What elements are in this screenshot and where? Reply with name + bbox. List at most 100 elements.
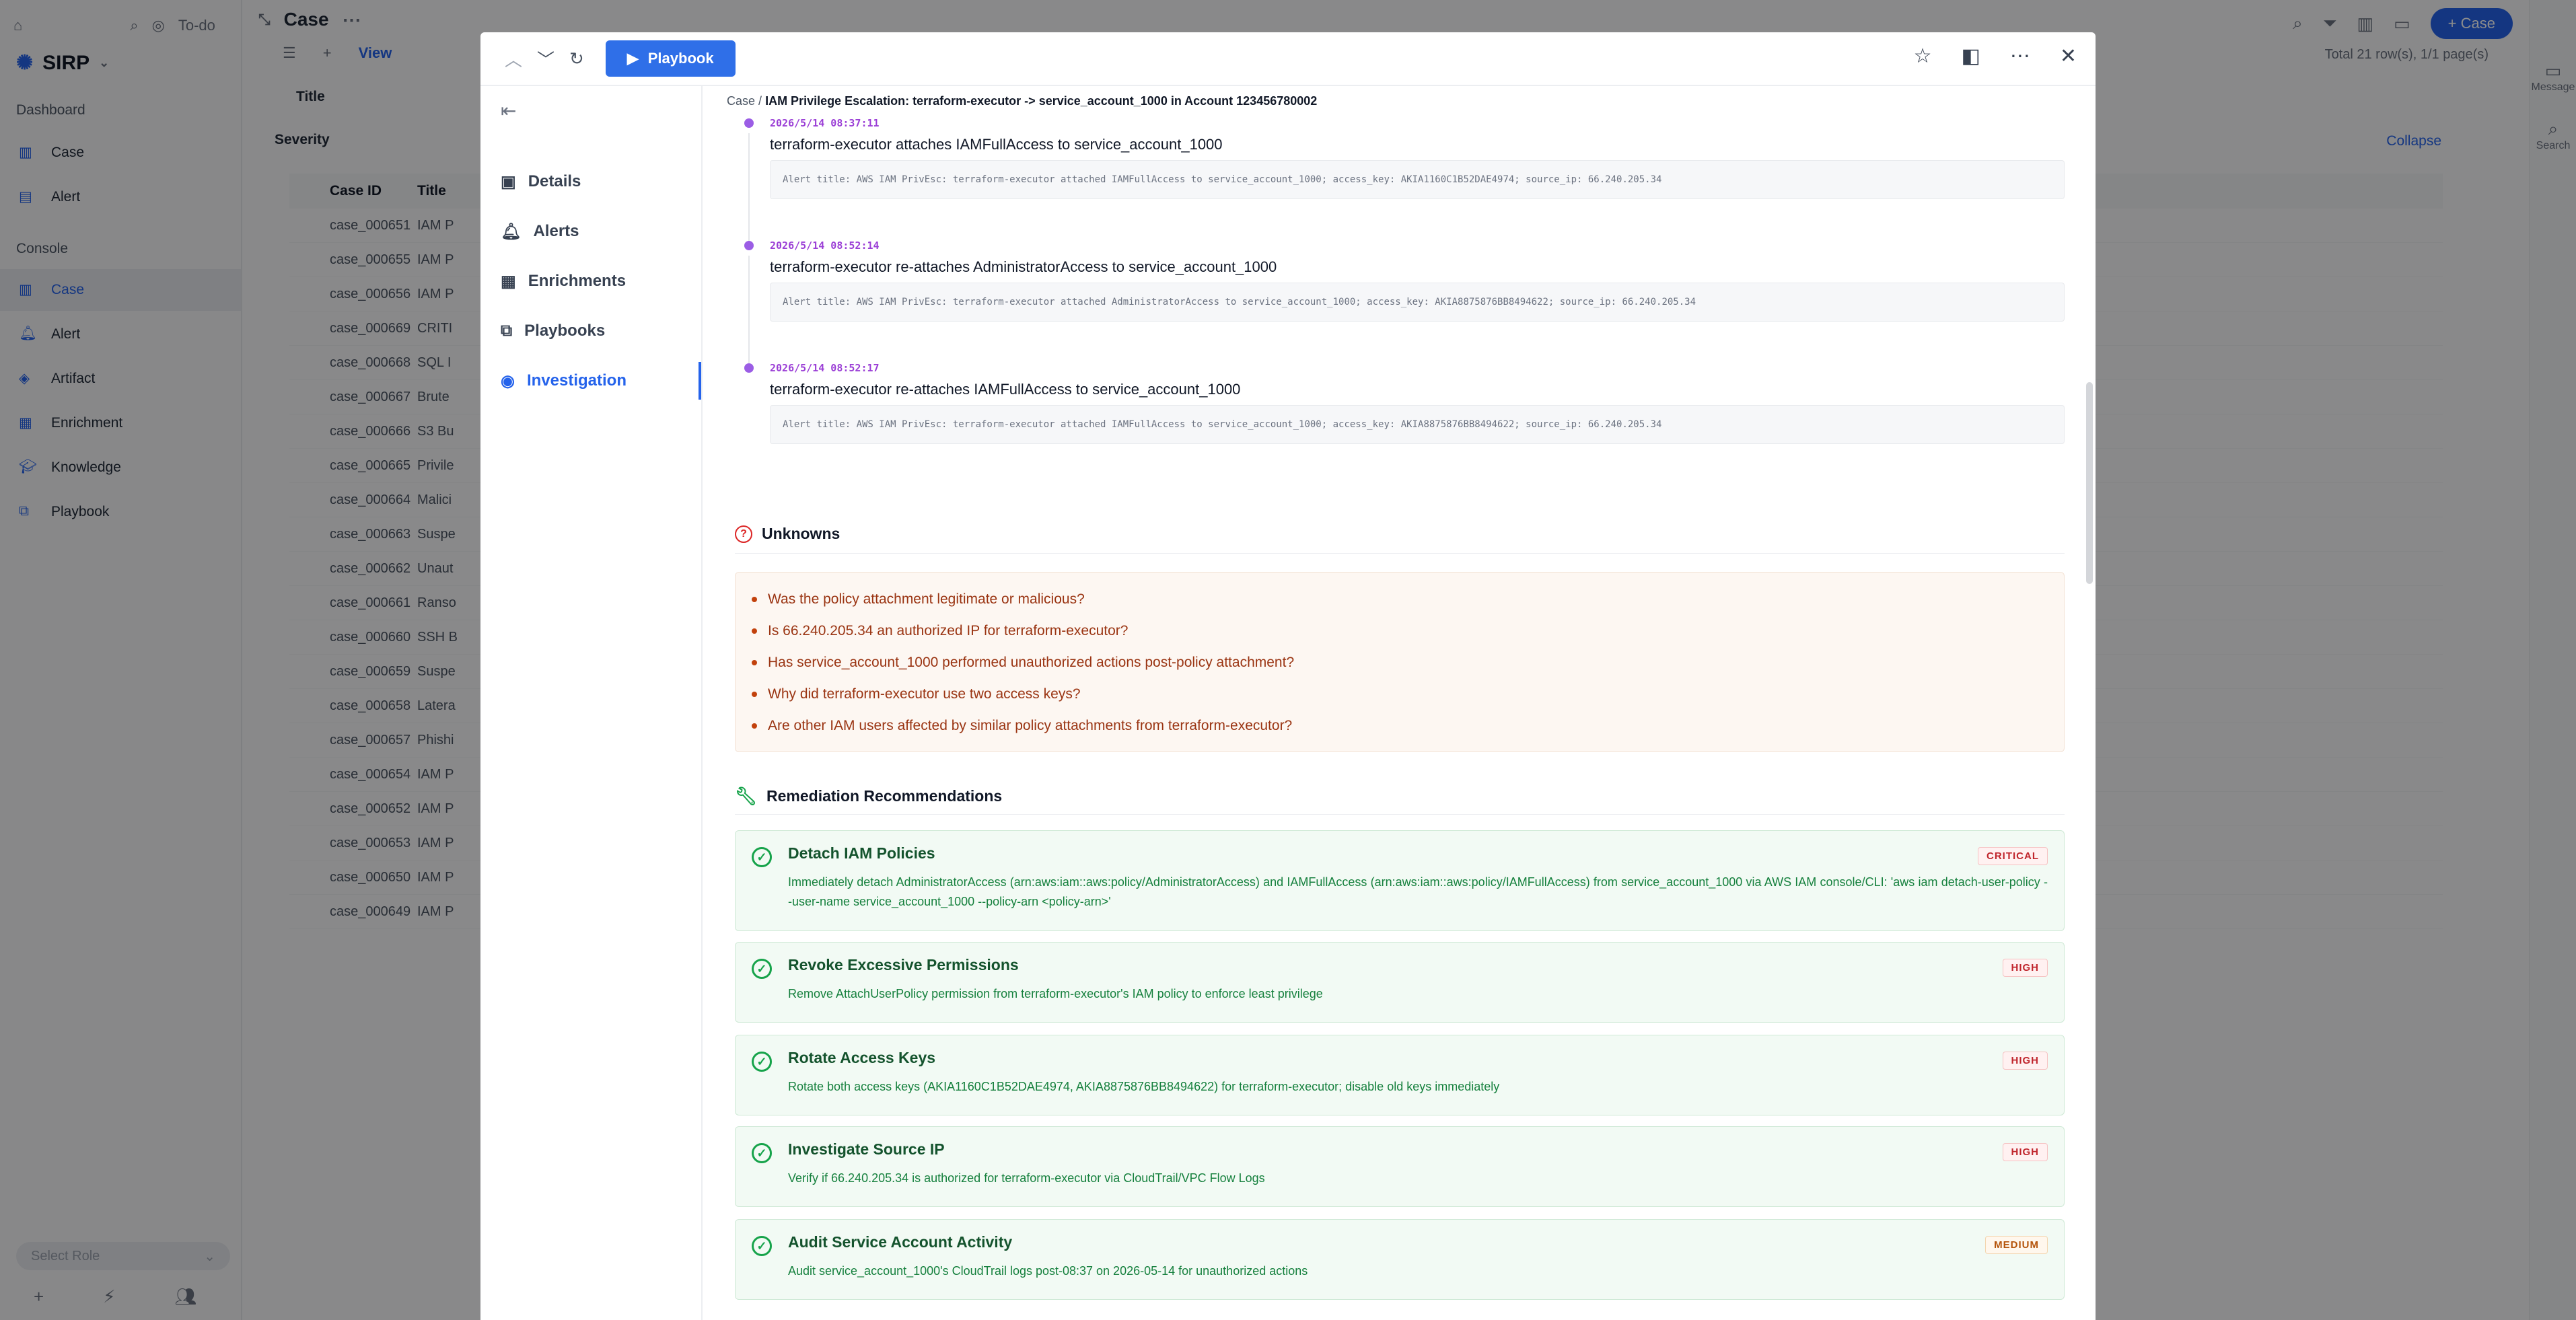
list-item: Is 66.240.205.34 an authorized IP for te…: [752, 615, 2048, 647]
breadcrumb: Case / IAM Privilege Escalation: terrafo…: [727, 94, 1317, 108]
timeline-title: terraform-executor attaches IAMFullAcces…: [770, 136, 1223, 153]
sidebar-item-label: Enrichments: [528, 272, 627, 290]
breadcrumb-separator: /: [758, 94, 766, 108]
unknowns-list: Was the policy attachment legitimate or …: [735, 572, 2065, 752]
check-circle-icon: ✓: [752, 959, 772, 979]
modal-actions: ☆ ◧ ⋯ ✕: [1914, 44, 2077, 68]
unknown-text: Has service_account_1000 performed unaut…: [768, 654, 1295, 670]
severity-badge: MEDIUM: [1985, 1236, 2048, 1254]
timeline-dot: [744, 363, 754, 373]
severity-badge: HIGH: [2002, 959, 2048, 977]
timeline-line: [748, 256, 750, 365]
playbook-button[interactable]: ▶ Playbook: [605, 40, 736, 77]
list-item: Was the policy attachment legitimate or …: [752, 583, 2048, 615]
recommendation-desc: Immediately detach AdministratorAccess (…: [788, 875, 2048, 908]
check-circle-icon: ✓: [752, 1143, 772, 1163]
bullet: [752, 723, 757, 729]
bullet: [752, 659, 757, 665]
unknowns-heading: ? Unknowns: [735, 525, 840, 543]
refresh-icon[interactable]: ↻: [569, 48, 584, 69]
list-item: Are other IAM users affected by similar …: [752, 710, 2048, 741]
bullet: [752, 596, 757, 602]
unknown-text: Is 66.240.205.34 an authorized IP for te…: [768, 622, 1129, 638]
timeline-dot: [744, 118, 754, 128]
timeline-item: 2026/5/14 08:37:11 terraform-executor at…: [703, 113, 2096, 242]
timeline-time: 2026/5/14 08:52:14: [770, 240, 880, 252]
sidebar-item-label: Alerts: [533, 222, 579, 240]
recommendation-title: Investigate Source IP: [788, 1140, 945, 1158]
sidebar-item-enrichments[interactable]: ▦ Enrichments: [480, 262, 701, 300]
breadcrumb-current: IAM Privilege Escalation: terraform-exec…: [765, 94, 1318, 108]
timeline-detail: Alert title: AWS IAM PrivEsc: terraform-…: [770, 405, 2065, 444]
remediation-title: Remediation Recommendations: [766, 787, 1003, 805]
collapse-sidebar-icon[interactable]: ⇤: [501, 100, 516, 122]
unknown-text: Why did terraform-executor use two acces…: [768, 686, 1081, 702]
timeline-title: terraform-executor re-attaches IAMFullAc…: [770, 381, 1241, 398]
recommendation-desc: Remove AttachUserPolicy permission from …: [788, 987, 1323, 1000]
recommendation-desc: Audit service_account_1000's CloudTrail …: [788, 1264, 1308, 1278]
bell-icon: 🔔︎: [501, 222, 522, 241]
timeline-line: [748, 133, 750, 242]
divider: [735, 553, 2065, 554]
sidebar-item-alerts[interactable]: 🔔︎ Alerts: [480, 213, 701, 250]
star-icon[interactable]: ☆: [1914, 44, 1932, 68]
timeline-item: 2026/5/14 08:52:14 terraform-executor re…: [703, 235, 2096, 365]
check-circle-icon: ✓: [752, 847, 772, 867]
timeline-time: 2026/5/14 08:37:11: [770, 117, 880, 129]
sidebar-item-label: Playbooks: [524, 322, 606, 340]
recommendation-desc: Rotate both access keys (AKIA1160C1B52DA…: [788, 1080, 1500, 1093]
case-detail-modal: ︿ ﹀ ↻ ▶ Playbook ☆ ◧ ⋯ ✕ ⇤ ▣ Details 🔔︎ …: [480, 32, 2096, 1320]
scrollbar[interactable]: [2086, 382, 2093, 584]
play-icon: ▶: [627, 50, 639, 67]
wrench-icon: 🔧︎: [735, 786, 758, 806]
sidebar-item-details[interactable]: ▣ Details: [480, 163, 701, 200]
next-case-icon[interactable]: ﹀: [537, 46, 554, 71]
investigation-icon: ◉: [501, 371, 515, 390]
recommendation-desc: Verify if 66.240.205.34 is authorized fo…: [788, 1171, 1265, 1185]
recommendation-card: ✓ Revoke Excessive Permissions HIGH Remo…: [735, 942, 2065, 1023]
modal-toolbar: ︿ ﹀ ↻ ▶ Playbook ☆ ◧ ⋯ ✕: [480, 32, 2096, 86]
unknown-text: Are other IAM users affected by similar …: [768, 717, 1293, 733]
list-item: Has service_account_1000 performed unaut…: [752, 647, 2048, 678]
playbook-button-label: Playbook: [647, 50, 714, 67]
severity-badge: CRITICAL: [1978, 847, 2048, 865]
recommendation-card: ✓ Rotate Access Keys HIGH Rotate both ac…: [735, 1035, 2065, 1115]
unknown-text: Was the policy attachment legitimate or …: [768, 591, 1085, 607]
remediation-heading: 🔧︎ Remediation Recommendations: [735, 786, 1002, 807]
close-icon[interactable]: ✕: [2060, 44, 2077, 68]
check-circle-icon: ✓: [752, 1236, 772, 1256]
recommendation-title: Audit Service Account Activity: [788, 1233, 1013, 1251]
sidebar-item-playbooks[interactable]: ⧉ Playbooks: [480, 312, 701, 350]
sidebar-item-investigation[interactable]: ◉ Investigation: [480, 362, 701, 400]
bullet: [752, 691, 757, 697]
severity-badge: HIGH: [2002, 1143, 2048, 1161]
recommendation-title: Detach IAM Policies: [788, 844, 935, 862]
recommendation-card: ✓ Detach IAM Policies CRITICAL Immediate…: [735, 830, 2065, 931]
timeline-time: 2026/5/14 08:52:17: [770, 362, 880, 374]
divider: [735, 814, 2065, 815]
investigation-content: Case / IAM Privilege Escalation: terrafo…: [703, 86, 2096, 1320]
bullet: [752, 628, 757, 634]
playbook-icon: ⧉: [501, 322, 513, 340]
check-circle-icon: ✓: [752, 1052, 772, 1072]
breadcrumb-root[interactable]: Case: [727, 94, 755, 108]
details-icon: ▣: [501, 172, 516, 191]
question-circle-icon: ?: [735, 525, 752, 543]
timeline-detail: Alert title: AWS IAM PrivEsc: terraform-…: [770, 160, 2065, 199]
more-icon[interactable]: ⋯: [2010, 44, 2030, 68]
recommendation-card: ✓ Investigate Source IP HIGH Verify if 6…: [735, 1126, 2065, 1207]
timeline-title: terraform-executor re-attaches Administr…: [770, 258, 1277, 275]
background-app: ⌂ ⌕ ◎ To-do ✺ SIRP ⌄ Dashboard ▥ Case ▤ …: [0, 0, 2576, 1320]
sidebar-item-label: Investigation: [526, 371, 627, 390]
enrichment-icon: ▦: [501, 272, 516, 291]
severity-badge: HIGH: [2002, 1052, 2048, 1070]
recommendation-title: Rotate Access Keys: [788, 1049, 936, 1066]
timeline-item: 2026/5/14 08:52:17 terraform-executor re…: [703, 358, 2096, 480]
prev-case-icon[interactable]: ︿: [505, 46, 522, 71]
list-item: Why did terraform-executor use two acces…: [752, 678, 2048, 710]
unknowns-title: Unknowns: [762, 525, 840, 542]
sidebar-item-label: Details: [528, 172, 581, 190]
timeline-detail: Alert title: AWS IAM PrivEsc: terraform-…: [770, 283, 2065, 322]
split-view-icon[interactable]: ◧: [1962, 44, 1980, 68]
recommendation-card: ✓ Audit Service Account Activity MEDIUM …: [735, 1219, 2065, 1300]
